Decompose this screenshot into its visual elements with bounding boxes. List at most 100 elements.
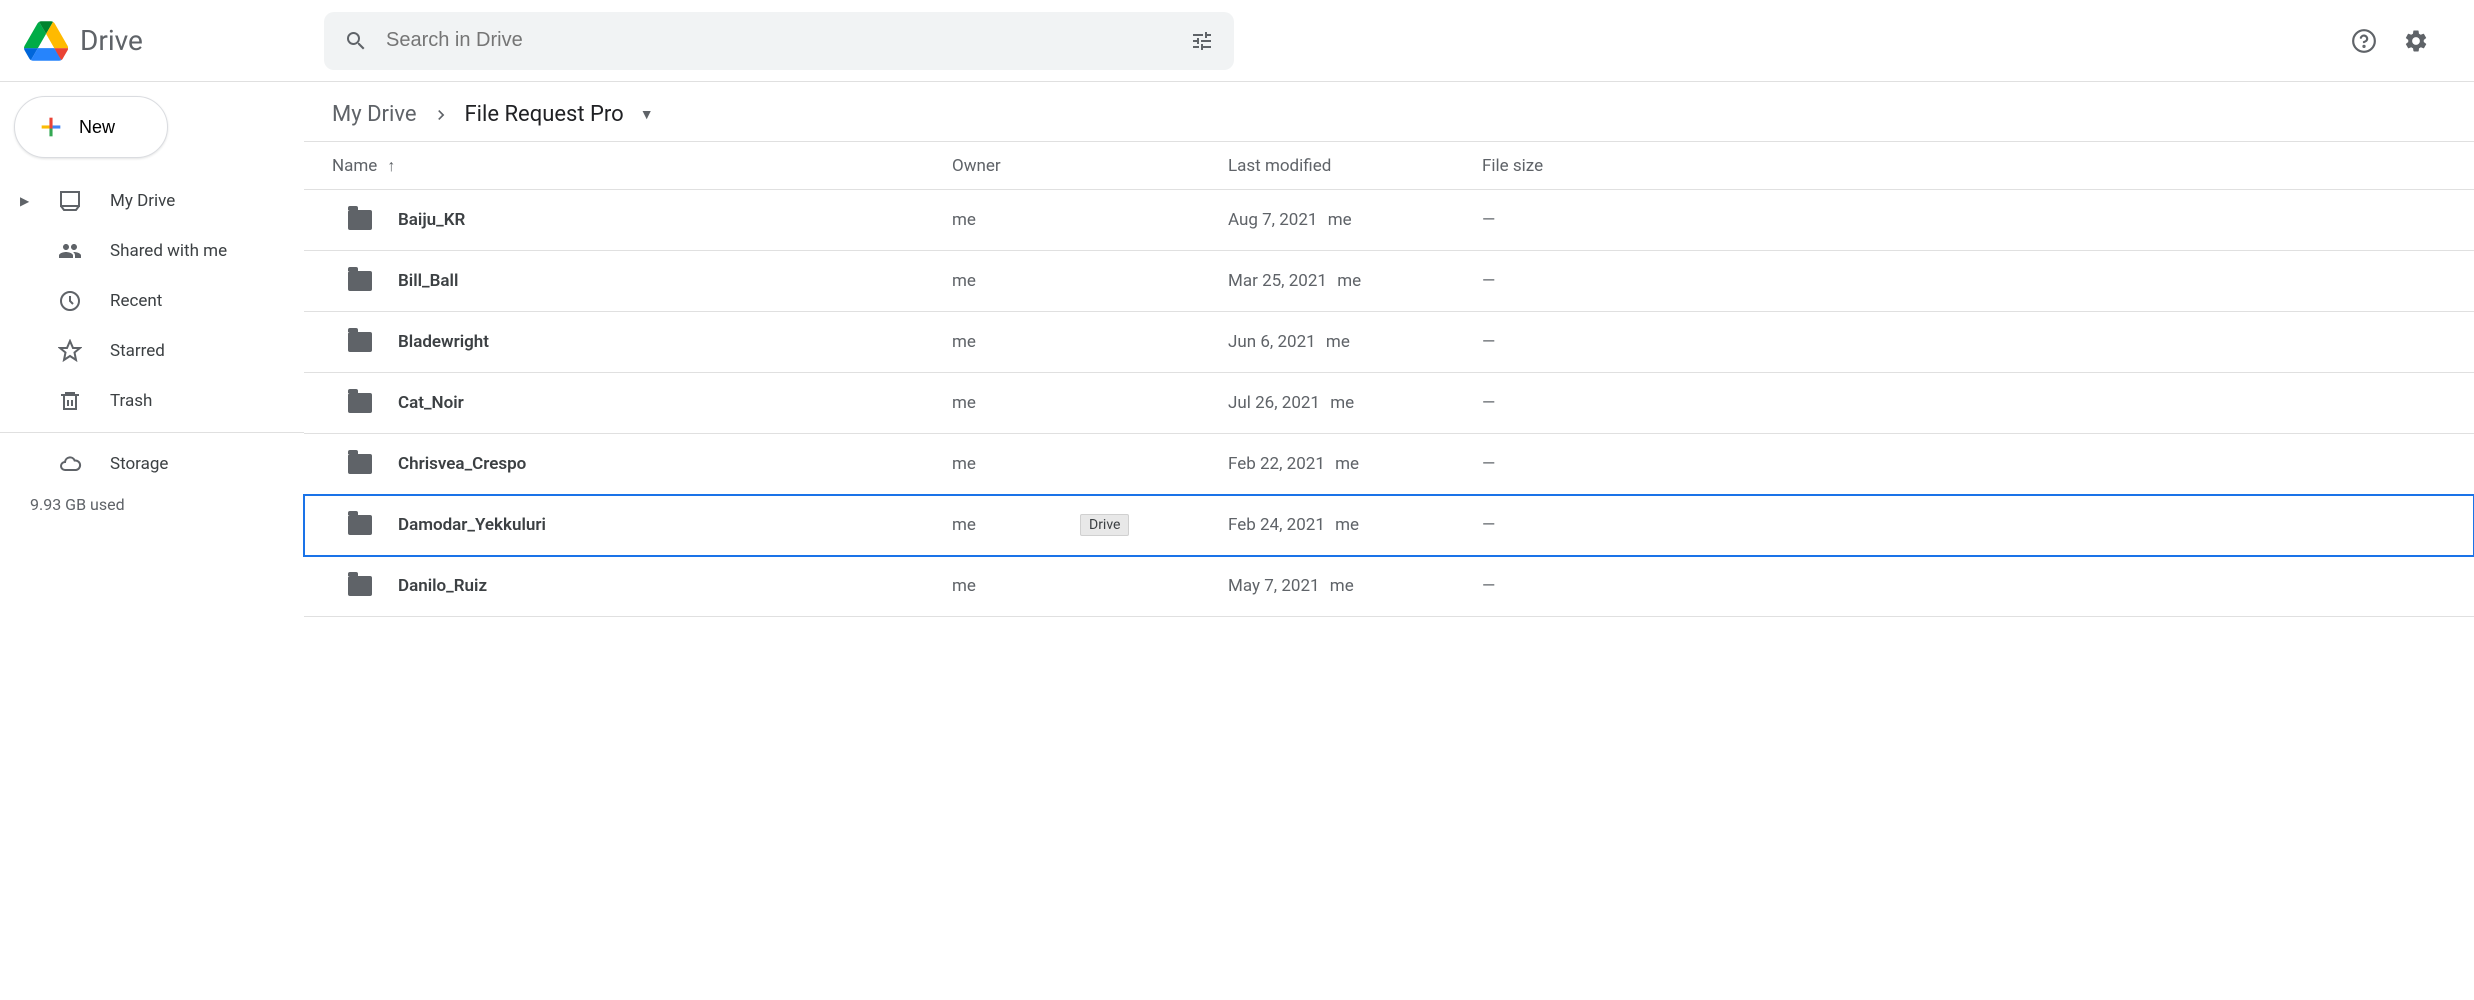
sidebar-item-label: Recent	[110, 291, 162, 311]
shared-icon	[58, 239, 82, 263]
file-size: —	[1482, 454, 1495, 474]
file-name: Cat_Noir	[398, 393, 464, 413]
file-owner: me	[952, 210, 976, 230]
tune-icon[interactable]	[1190, 29, 1214, 53]
file-modified: May 7, 2021	[1228, 576, 1320, 596]
cloud-icon	[58, 452, 82, 476]
file-owner: me	[952, 454, 976, 474]
file-name: Baiju_KR	[398, 210, 465, 230]
file-modified-by: me	[1328, 210, 1352, 230]
chevron-right-icon	[431, 105, 451, 125]
sort-ascending-icon: ↑	[387, 156, 395, 176]
search-bar[interactable]	[324, 12, 1234, 70]
file-size: —	[1482, 576, 1495, 596]
folder-icon	[348, 454, 372, 474]
settings-icon[interactable]	[2402, 27, 2430, 55]
breadcrumb-dropdown-icon[interactable]: ▼	[640, 106, 654, 123]
folder-icon	[348, 210, 372, 230]
nav: ▶ My Drive Shared with me Recent	[0, 176, 304, 514]
header-actions	[2350, 27, 2430, 55]
file-modified-by: me	[1335, 454, 1359, 474]
file-modified: Mar 25, 2021	[1228, 271, 1327, 291]
search-icon	[344, 29, 368, 53]
file-size: —	[1482, 515, 1495, 535]
column-header-size[interactable]: File size	[1482, 156, 2446, 176]
table-header: Name ↑ Owner Last modified File size	[304, 142, 2474, 190]
file-modified: Feb 22, 2021	[1228, 454, 1325, 474]
file-name: Chrisvea_Crespo	[398, 454, 526, 474]
help-icon[interactable]	[2350, 27, 2378, 55]
logo-block[interactable]: Drive	[24, 21, 324, 61]
file-owner: me	[952, 332, 976, 352]
table-row[interactable]: Baiju_KR me Aug 7, 2021 me —	[304, 190, 2474, 251]
column-header-owner[interactable]: Owner	[952, 156, 1228, 176]
new-button[interactable]: New	[14, 96, 168, 158]
sidebar-item-recent[interactable]: Recent	[0, 276, 304, 326]
trash-icon	[58, 389, 82, 413]
table-row[interactable]: Damodar_Yekkuluri me Feb 24, 2021 me — D…	[304, 495, 2474, 556]
breadcrumb-current[interactable]: File Request Pro	[465, 102, 624, 127]
new-button-label: New	[79, 117, 115, 138]
folder-icon	[348, 332, 372, 352]
file-modified-by: me	[1335, 515, 1359, 535]
file-name: Bill_Ball	[398, 271, 458, 291]
sidebar-item-label: Starred	[110, 341, 165, 361]
file-size: —	[1482, 332, 1495, 352]
folder-icon	[348, 576, 372, 596]
search-input[interactable]	[386, 29, 1172, 52]
sidebar-item-trash[interactable]: Trash	[0, 376, 304, 426]
breadcrumb-root[interactable]: My Drive	[332, 102, 417, 127]
file-modified-by: me	[1330, 576, 1354, 596]
sidebar-item-storage[interactable]: Storage	[0, 439, 304, 489]
file-modified-by: me	[1337, 271, 1361, 291]
file-owner: me	[952, 271, 976, 291]
file-modified: Jun 6, 2021	[1228, 332, 1316, 352]
column-header-name[interactable]: Name ↑	[332, 156, 952, 176]
content: My Drive File Request Pro ▼ Name ↑ Owner…	[304, 82, 2474, 617]
table-row[interactable]: Cat_Noir me Jul 26, 2021 me —	[304, 373, 2474, 434]
folder-icon	[348, 393, 372, 413]
column-header-modified[interactable]: Last modified	[1228, 156, 1482, 176]
drive-logo-icon	[24, 21, 68, 61]
file-size: —	[1482, 271, 1495, 291]
column-label: Owner	[952, 156, 1001, 176]
recent-icon	[58, 289, 82, 313]
file-owner: me	[952, 576, 976, 596]
my-drive-icon	[58, 189, 82, 213]
header: Drive	[0, 0, 2474, 82]
column-label: File size	[1482, 156, 1543, 176]
table-row[interactable]: Chrisvea_Crespo me Feb 22, 2021 me —	[304, 434, 2474, 495]
storage-used: 9.93 GB used	[30, 495, 304, 514]
tooltip: Drive	[1080, 514, 1129, 536]
sidebar: New ▶ My Drive Shared with me	[0, 82, 304, 617]
file-owner: me	[952, 393, 976, 413]
plus-icon	[37, 113, 65, 141]
column-label: Last modified	[1228, 156, 1331, 176]
file-list: Baiju_KR me Aug 7, 2021 me — Bill_Ball m…	[304, 190, 2474, 617]
file-modified-by: me	[1330, 393, 1354, 413]
file-modified: Jul 26, 2021	[1228, 393, 1320, 413]
app-name: Drive	[80, 24, 143, 57]
star-icon	[58, 339, 82, 363]
column-label: Name	[332, 156, 377, 176]
file-modified: Aug 7, 2021	[1228, 210, 1317, 230]
folder-icon	[348, 515, 372, 535]
file-name: Danilo_Ruiz	[398, 576, 487, 596]
table-row[interactable]: Danilo_Ruiz me May 7, 2021 me —	[304, 556, 2474, 617]
table-row[interactable]: Bladewright me Jun 6, 2021 me —	[304, 312, 2474, 373]
file-name: Bladewright	[398, 332, 489, 352]
divider	[0, 432, 304, 433]
sidebar-item-starred[interactable]: Starred	[0, 326, 304, 376]
sidebar-item-label: My Drive	[110, 191, 175, 211]
file-size: —	[1482, 210, 1495, 230]
file-modified: Feb 24, 2021	[1228, 515, 1325, 535]
sidebar-item-label: Trash	[110, 391, 152, 411]
table-row[interactable]: Bill_Ball me Mar 25, 2021 me —	[304, 251, 2474, 312]
sidebar-item-shared[interactable]: Shared with me	[0, 226, 304, 276]
breadcrumb: My Drive File Request Pro ▼	[304, 82, 2474, 142]
file-modified-by: me	[1326, 332, 1350, 352]
expand-icon[interactable]: ▶	[20, 194, 30, 208]
storage-label: Storage	[110, 454, 168, 474]
file-owner: me	[952, 515, 976, 535]
sidebar-item-my-drive[interactable]: ▶ My Drive	[0, 176, 304, 226]
